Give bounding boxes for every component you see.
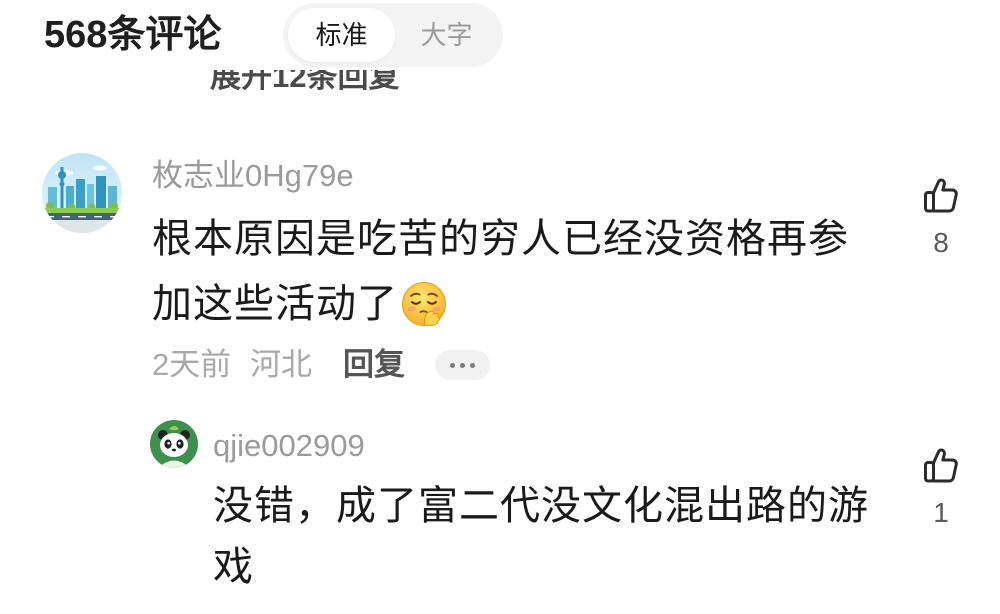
ellipsis-icon <box>450 362 455 368</box>
ellipsis-icon <box>460 362 465 368</box>
username[interactable]: 枚志业0Hg79e <box>152 158 354 194</box>
font-size-option-standard[interactable]: 标准 <box>288 8 395 62</box>
like-button[interactable]: 1 <box>911 446 971 530</box>
reply-text-body: 没错，成了富二代没文化混出路的游戏 <box>213 484 869 589</box>
comment-time: 2天前 <box>152 347 232 382</box>
comment-item: 枚志业0Hg79e 根本原因是吃苦的穷人已经没资格再参加这些活动了 2天前 河北… <box>0 140 1000 390</box>
avatar[interactable] <box>150 420 198 468</box>
like-count: 8 <box>933 227 949 258</box>
more-options-button[interactable] <box>435 350 490 380</box>
comment-count-title: 568条评论 <box>44 14 222 56</box>
reply-text: 没错，成了富二代没文化混出路的游戏 <box>213 476 893 598</box>
avatar[interactable] <box>42 153 122 233</box>
shy-face-emoji-icon <box>400 280 448 328</box>
comments-header: 568条评论 标准 大字 <box>0 0 1000 70</box>
thumbs-up-icon <box>924 178 958 213</box>
comment-location: 河北 <box>250 347 312 382</box>
font-size-option-large[interactable]: 大字 <box>395 8 498 62</box>
panda-avatar-icon <box>150 420 198 468</box>
comment-text: 根本原因是吃苦的穷人已经没资格再参加这些活动了 <box>152 207 857 337</box>
username[interactable]: qjie002909 <box>213 428 365 464</box>
city-skyline-avatar-icon <box>42 153 122 233</box>
comment-text-body: 根本原因是吃苦的穷人已经没资格再参加这些活动了 <box>152 217 849 326</box>
comments-page: 展开12条回复 568条评论 标准 大字 枚志业0Hg79e 根本原因是吃苦的穷… <box>0 0 1000 614</box>
ellipsis-icon <box>470 362 475 368</box>
thumbs-up-icon <box>924 448 958 483</box>
like-count: 1 <box>933 497 949 528</box>
reply-item: qjie002909 没错，成了富二代没文化混出路的游戏 1 <box>0 410 1000 605</box>
like-button[interactable]: 8 <box>911 176 971 260</box>
reply-button[interactable]: 回复 <box>343 347 405 383</box>
font-size-toggle: 标准 大字 <box>283 3 503 67</box>
